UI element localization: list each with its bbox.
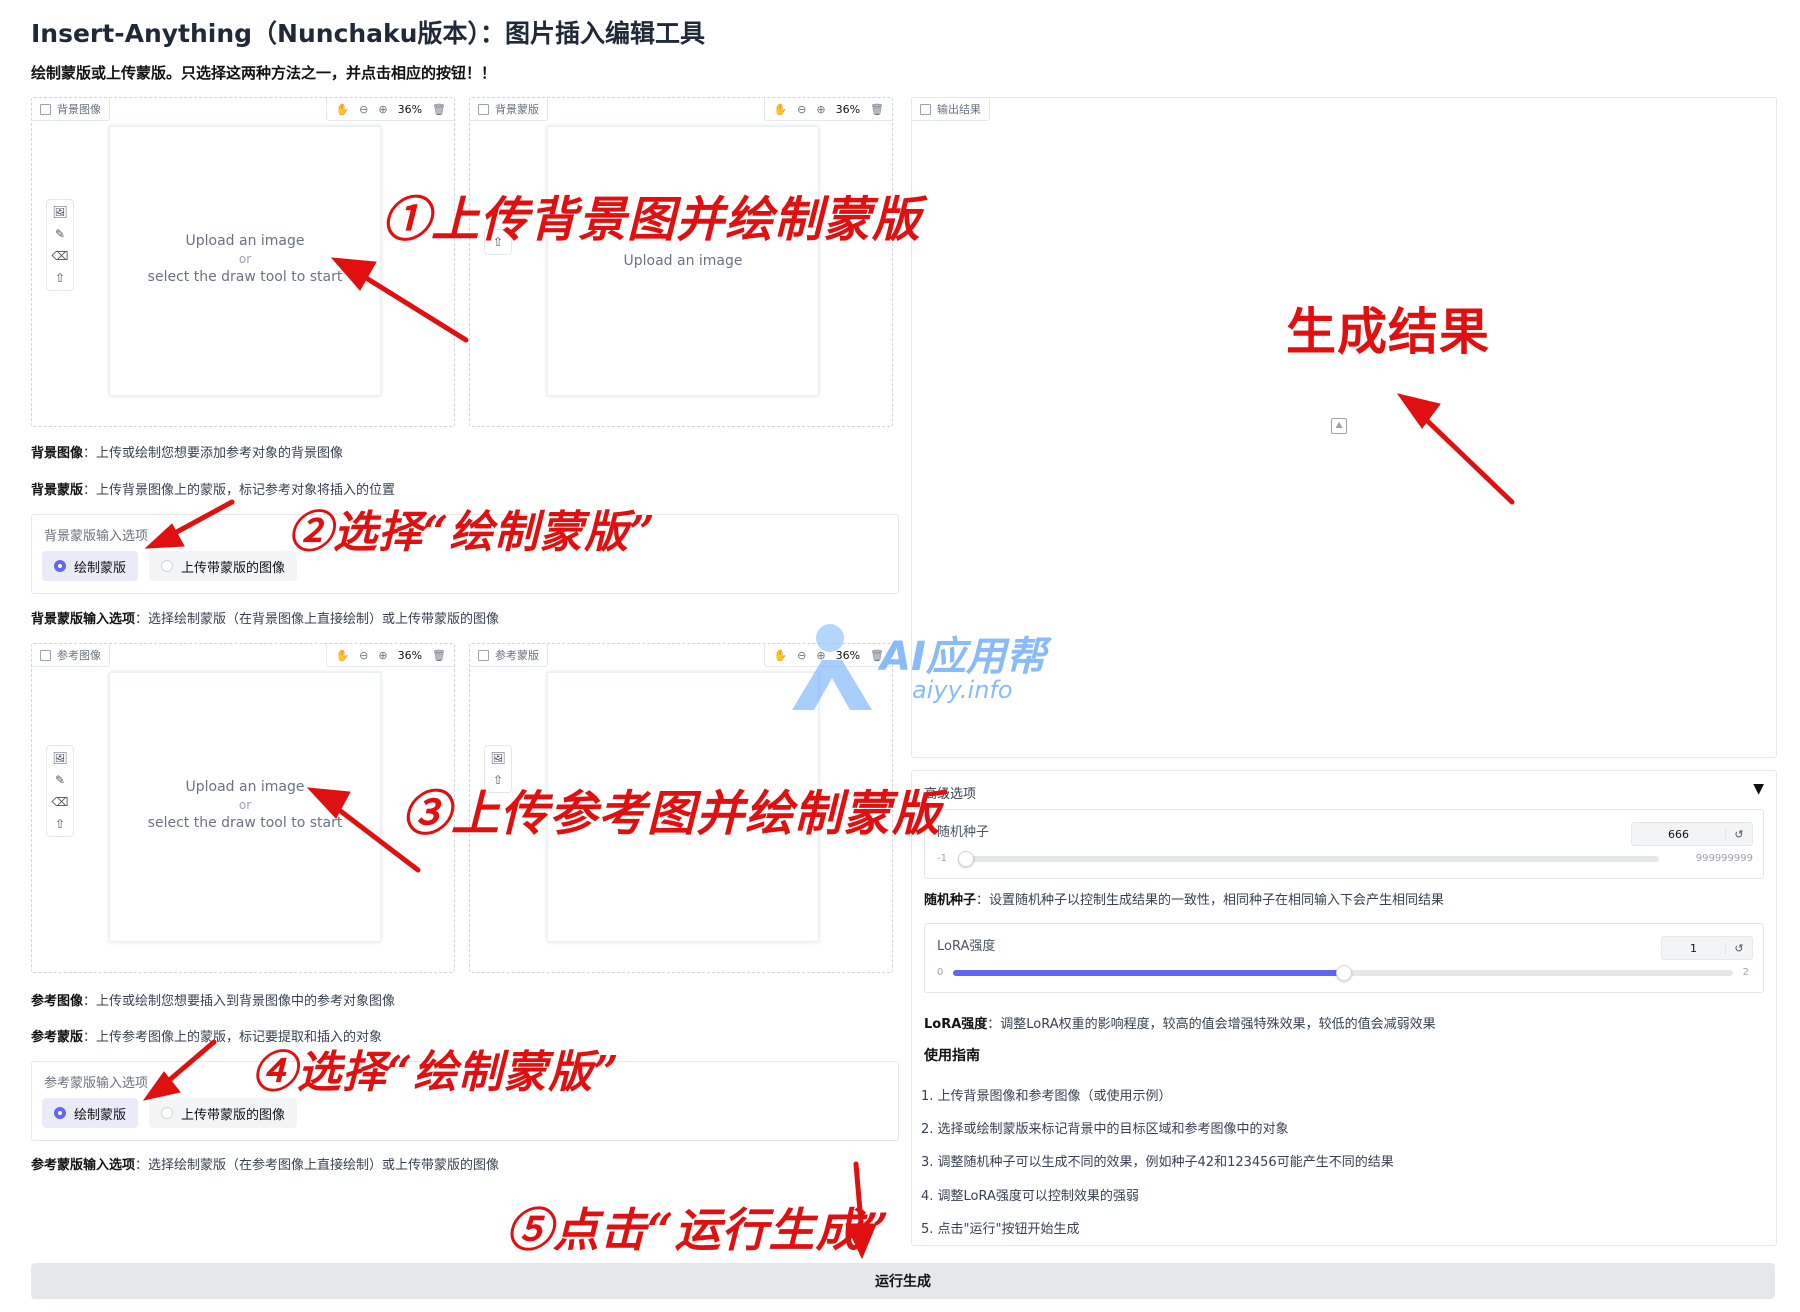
arrow-step1-head [330,257,377,291]
annotation-arrows [142,257,1515,1260]
arrow-step2-head [144,523,185,549]
arrow-result [1413,407,1515,505]
arrow-result-head [1396,393,1441,429]
arrow-step5-head [845,1223,877,1260]
arrow-step1 [347,265,469,343]
